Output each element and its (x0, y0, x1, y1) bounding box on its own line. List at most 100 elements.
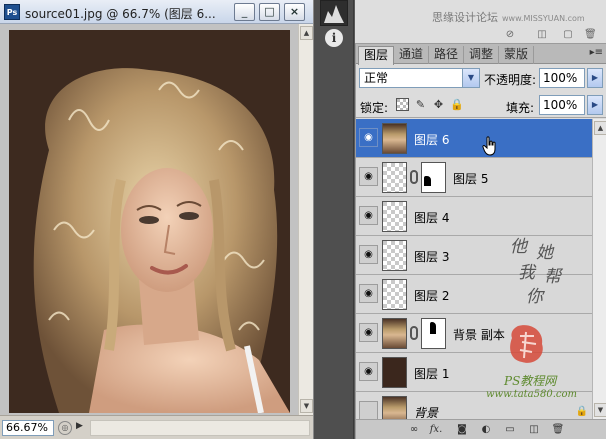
fill-input[interactable]: 100% (539, 95, 585, 115)
scroll-up-arrow-icon[interactable]: ▲ (594, 121, 606, 135)
panel-tabs: 图层 通道 路径 调整 蒙版 ▸≡ (356, 44, 606, 65)
eye-icon[interactable]: ◉ (359, 206, 378, 225)
eye-icon[interactable]: ◉ (359, 323, 378, 342)
layer-row[interactable]: ◉ 背景 副本 (356, 314, 592, 353)
opacity-slider-arrow-icon[interactable]: ▶ (587, 68, 603, 88)
new-state-icon[interactable]: ◫ (536, 29, 548, 41)
layer-row[interactable]: ◉ 图层 4 (356, 197, 592, 236)
blend-mode-select[interactable]: 正常 ▼ (359, 68, 480, 88)
layer-thumbnail[interactable] (382, 162, 407, 193)
lock-brush-icon[interactable]: ✎ (414, 98, 427, 111)
new-layer-icon[interactable]: ◫ (526, 423, 542, 437)
info-icon[interactable]: i (320, 26, 348, 52)
site-watermark-text: 思缘设计论坛 (432, 11, 498, 24)
layer-row[interactable]: ◉ 背景 🔒 (356, 392, 592, 419)
layer-thumbnail[interactable] (382, 396, 407, 419)
trash-icon[interactable]: 🗑 (584, 29, 597, 41)
opacity-input[interactable]: 100% (539, 68, 585, 88)
layer-thumbnail[interactable] (382, 357, 407, 388)
close-button[interactable]: × (284, 3, 305, 21)
eye-icon[interactable]: ◉ (359, 167, 378, 186)
document-window: Ps source01.jpg @ 66.7% (图层 6... _ □ × ▲… (0, 0, 313, 439)
lock-all-icon[interactable]: 🔒 (450, 98, 464, 111)
layers-footer-toolbar: ∞ fx. ◙ ◐ ▭ ◫ 🗑 (356, 419, 606, 439)
chevron-down-icon[interactable]: ▼ (462, 69, 479, 87)
portrait-image (33, 68, 290, 413)
eye-icon[interactable]: ◉ (359, 284, 378, 303)
panel-dock: i 思缘设计论坛 www.MISSYUAN.com ⊘ ◫ ▢ 🗑 图层 通道 路… (314, 0, 606, 439)
document-titlebar[interactable]: Ps source01.jpg @ 66.7% (图层 6... _ □ × (0, 0, 313, 24)
scroll-up-arrow-icon[interactable]: ▲ (300, 26, 313, 40)
panel-menu-icon[interactable]: ▸≡ (590, 47, 603, 58)
layers-panel: 图层 通道 路径 调整 蒙版 ▸≡ 正常 ▼ 不透明度: 100% ▶ 锁定: … (355, 44, 606, 439)
info-glyph: i (325, 29, 343, 47)
zoom-input[interactable]: 66.67% (2, 420, 54, 436)
layer-name: 图层 6 (414, 133, 450, 147)
layer-row[interactable]: ◉ 图层 6 (356, 119, 592, 158)
layer-name: 图层 2 (414, 289, 450, 303)
link-layers-icon[interactable]: ∞ (406, 423, 422, 437)
no-entry-icon[interactable]: ⊘ (504, 29, 516, 41)
histogram-icon[interactable] (320, 0, 348, 26)
layer-mask-thumbnail[interactable] (421, 162, 446, 193)
status-menu-arrow-icon[interactable]: ▶ (76, 421, 86, 435)
document-horizontal-scrollbar[interactable] (90, 420, 310, 436)
collapsed-panel-icons: i (314, 0, 354, 439)
blend-options-row: 正常 ▼ 不透明度: 100% ▶ (356, 65, 606, 91)
layers-list: ◉ 图层 6 ◉ 图层 5 ◉ 图层 4 ◉ 图层 3 ◉ 图层 2 ◉ 背景 … (356, 119, 592, 419)
layer-row[interactable]: ◉ 图层 2 (356, 275, 592, 314)
tab-paths[interactable]: 路径 (429, 46, 465, 64)
layer-thumbnail[interactable] (382, 318, 407, 349)
opacity-label: 不透明度: (484, 73, 537, 87)
document-vertical-scrollbar[interactable]: ▲ ▼ (298, 24, 313, 415)
new-group-icon[interactable]: ▭ (502, 423, 518, 437)
site-watermark-url: www.MISSYUAN.com (502, 14, 585, 23)
chain-link-icon[interactable] (410, 170, 418, 184)
lock-transparency-icon[interactable] (396, 98, 409, 111)
blend-mode-value: 正常 (364, 71, 389, 85)
layer-mask-thumbnail[interactable] (421, 318, 446, 349)
photoshop-icon: Ps (4, 4, 20, 20)
tab-masks[interactable]: 蒙版 (499, 46, 535, 64)
eye-icon[interactable]: ◉ (359, 362, 378, 381)
layer-thumbnail[interactable] (382, 201, 407, 232)
lock-row: 锁定: ✎ ✥ 🔒 填充: 100% ▶ (356, 92, 606, 118)
layer-name: 背景 副本 (453, 328, 505, 342)
canvas-area (0, 24, 298, 415)
layer-name: 背景 (414, 406, 439, 419)
layers-vertical-scrollbar[interactable]: ▲ ▼ (592, 119, 606, 419)
tab-layers[interactable]: 图层 (358, 46, 395, 65)
lock-label: 锁定: (360, 101, 389, 115)
adjustment-layer-icon[interactable]: ◐ (478, 423, 494, 437)
document-title: source01.jpg @ 66.7% (图层 6... (25, 7, 216, 21)
fill-label: 填充: (506, 101, 535, 115)
new-document-icon[interactable]: ▢ (562, 29, 574, 41)
tab-channels[interactable]: 通道 (394, 46, 430, 64)
scroll-down-arrow-icon[interactable]: ▼ (300, 399, 313, 413)
minimize-button[interactable]: _ (234, 3, 255, 21)
add-mask-icon[interactable]: ◙ (454, 423, 470, 437)
layer-thumbnail[interactable] (382, 240, 407, 271)
layer-row[interactable]: ◉ 图层 3 (356, 236, 592, 275)
eye-icon[interactable]: ◉ (359, 128, 378, 147)
chain-link-icon[interactable] (410, 326, 418, 340)
lock-move-icon[interactable]: ✥ (432, 98, 445, 111)
top-panel-strip: 思缘设计论坛 www.MISSYUAN.com ⊘ ◫ ▢ 🗑 (355, 0, 606, 44)
scroll-down-arrow-icon[interactable]: ▼ (594, 403, 606, 417)
layer-thumbnail[interactable] (382, 279, 407, 310)
trash-icon[interactable]: 🗑 (550, 423, 566, 437)
layer-name: 图层 5 (453, 172, 489, 186)
layer-row[interactable]: ◉ 图层 1 (356, 353, 592, 392)
maximize-button[interactable]: □ (259, 3, 280, 21)
tab-adjustments[interactable]: 调整 (464, 46, 500, 64)
layer-name: 图层 3 (414, 250, 450, 264)
status-info-icon[interactable]: ◎ (58, 421, 72, 435)
layer-row[interactable]: ◉ 图层 5 (356, 158, 592, 197)
layer-thumbnail[interactable] (382, 123, 407, 154)
document-canvas[interactable] (9, 30, 290, 413)
lock-icon: 🔒 (575, 406, 588, 417)
eye-hidden-icon[interactable]: ◉ (359, 401, 378, 419)
eye-icon[interactable]: ◉ (359, 245, 378, 264)
fill-slider-arrow-icon[interactable]: ▶ (587, 95, 603, 115)
fx-icon[interactable]: fx. (428, 423, 444, 437)
